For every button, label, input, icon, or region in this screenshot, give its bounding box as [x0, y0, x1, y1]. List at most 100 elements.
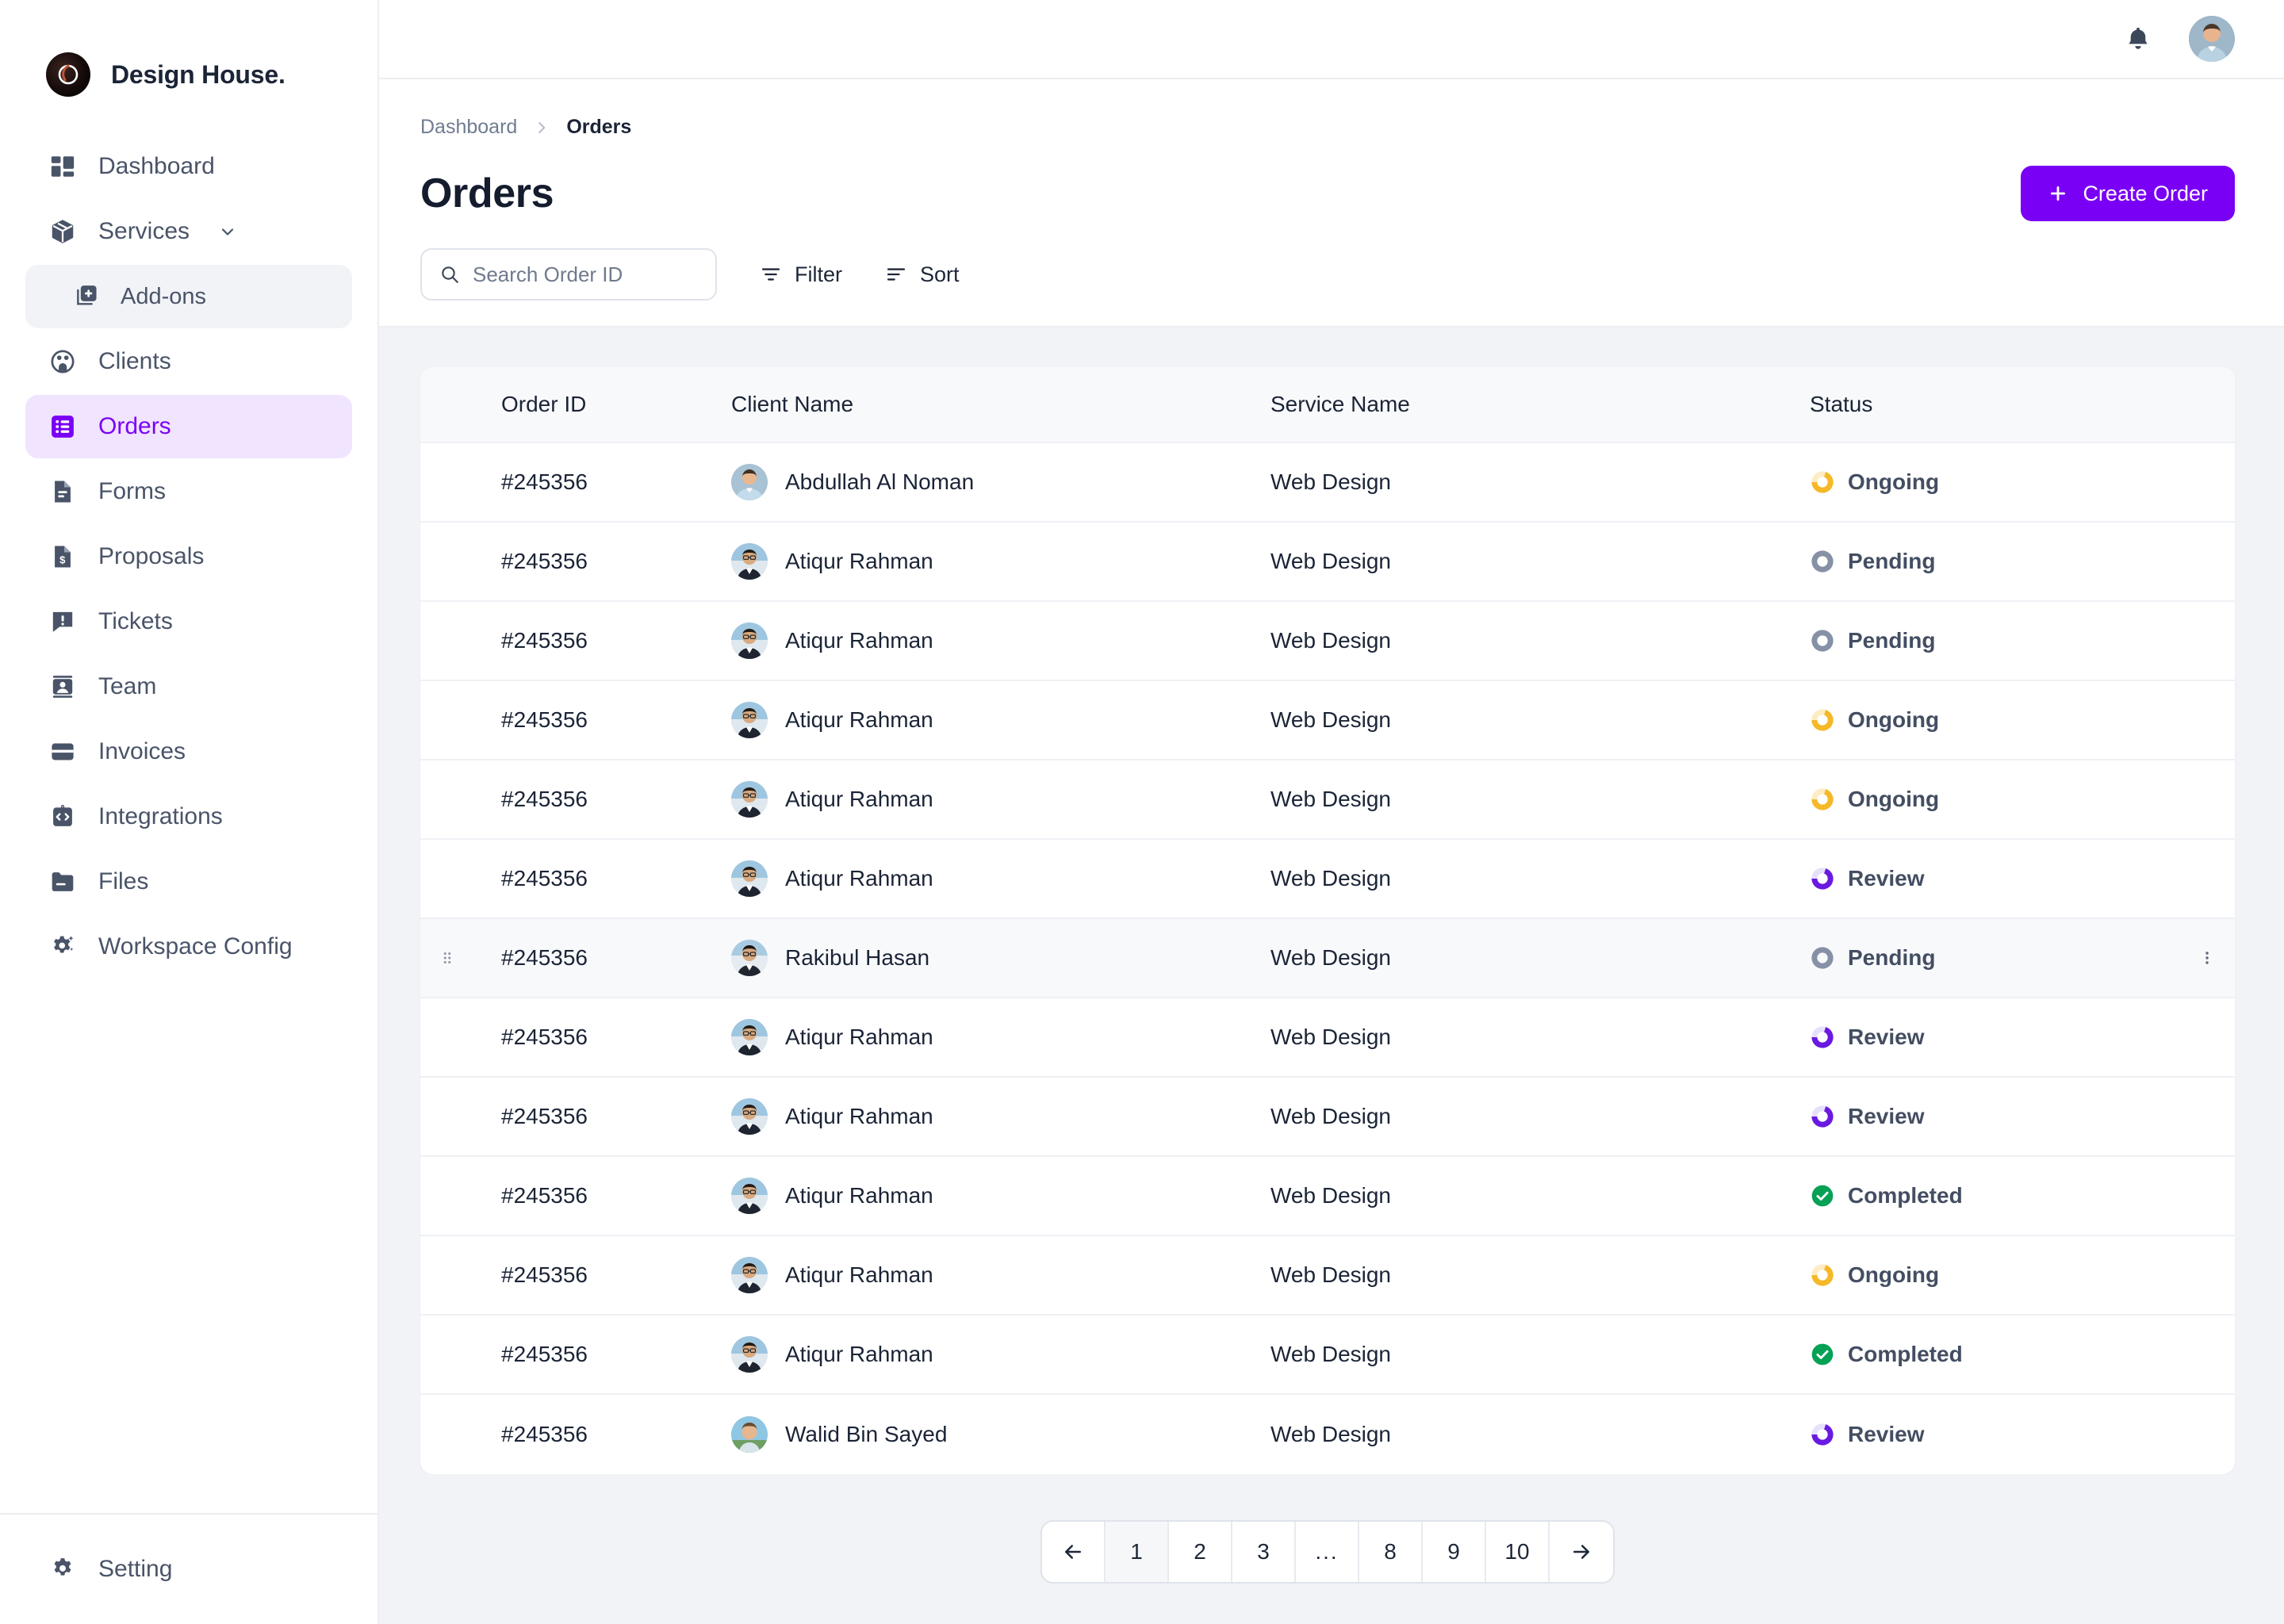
cell-client-name: Atiqur Rahman	[785, 787, 933, 811]
table-row[interactable]: #245356 Rakibul Hasan Web Design Pending	[420, 919, 2235, 998]
cell-service-name: Web Design	[1270, 1104, 1392, 1128]
pagination-page-2[interactable]: 2	[1169, 1522, 1232, 1582]
sidebar-item-team[interactable]: Team	[25, 655, 352, 718]
dashboard-grid-icon	[48, 151, 78, 182]
cell-service-name: Web Design	[1270, 866, 1392, 891]
sidebar-item-label: Invoices	[98, 738, 186, 764]
sidebar-item-proposals[interactable]: $ Proposals	[25, 525, 352, 588]
sidebar-item-tickets[interactable]: Tickets	[25, 590, 352, 653]
table-row[interactable]: #245356 Atiqur Rahman Web Design Pending	[420, 523, 2235, 602]
cell-order-id: #245356	[501, 707, 588, 732]
page-title: Orders	[420, 170, 554, 216]
status-badge: Review	[1810, 1422, 2179, 1447]
sidebar-item-files[interactable]: Files	[25, 850, 352, 914]
status-label: Ongoing	[1848, 707, 1940, 732]
status-completed-icon	[1810, 1183, 1835, 1208]
table-row[interactable]: #245356 Atiqur Rahman Web Design Review	[420, 998, 2235, 1078]
client-avatar	[731, 781, 768, 818]
cell-service-name: Web Design	[1270, 628, 1392, 653]
pagination-page-3[interactable]: 3	[1232, 1522, 1296, 1582]
status-badge: Review	[1810, 1025, 2179, 1050]
pagination-page-9[interactable]: 9	[1423, 1522, 1486, 1582]
team-person-card-icon	[48, 672, 78, 702]
sidebar-item-integrations[interactable]: Integrations	[25, 785, 352, 848]
pagination-prev-button[interactable]	[1042, 1522, 1106, 1582]
status-label: Completed	[1848, 1183, 1963, 1208]
sort-button[interactable]: Sort	[885, 262, 960, 287]
status-label: Ongoing	[1848, 787, 1940, 811]
sidebar-item-clients[interactable]: Clients	[25, 330, 352, 393]
table-row[interactable]: #245356 Atiqur Rahman Web Design Review	[420, 840, 2235, 919]
search-order-id-box[interactable]	[420, 248, 717, 301]
client-avatar	[731, 1098, 768, 1135]
status-ongoing-icon	[1810, 707, 1835, 733]
chevron-down-icon[interactable]	[218, 222, 237, 241]
sidebar-item-dashboard[interactable]: Dashboard	[25, 135, 352, 198]
avatar[interactable]	[2189, 16, 2235, 62]
filter-button[interactable]: Filter	[760, 262, 842, 287]
table-row[interactable]: #245356 Atiqur Rahman Web Design Ongoing	[420, 681, 2235, 760]
sidebar-nav: Dashboard Services Add-ons Clients Order…	[0, 135, 377, 979]
cell-client: Abdullah Al Noman	[731, 464, 1270, 500]
app-root: Design House. Dashboard Services Add-ons…	[0, 0, 2284, 1624]
pagination-page-1[interactable]: 1	[1106, 1522, 1169, 1582]
pagination-page-10[interactable]: 10	[1486, 1522, 1550, 1582]
table-row[interactable]: #245356 Walid Bin Sayed Web Design Revie…	[420, 1395, 2235, 1474]
table-body: #245356 Abdullah Al Noman Web Design Ong…	[420, 443, 2235, 1474]
column-header-service-name: Service Name	[1270, 392, 1410, 416]
table-row[interactable]: #245356 Atiqur Rahman Web Design Ongoing	[420, 1236, 2235, 1316]
sidebar-item-forms[interactable]: Forms	[25, 460, 352, 523]
bell-icon[interactable]	[2124, 25, 2152, 53]
cell-client: Atiqur Rahman	[731, 1257, 1270, 1293]
integrations-code-clipboard-icon	[48, 802, 78, 832]
cell-order-id: #245356	[501, 1422, 588, 1446]
client-avatar	[731, 860, 768, 897]
pagination-next-button[interactable]	[1550, 1522, 1613, 1582]
status-label: Ongoing	[1848, 1262, 1940, 1287]
drag-handle-icon[interactable]	[425, 949, 469, 967]
status-review-icon	[1810, 866, 1835, 891]
arrow-right-icon	[1569, 1540, 1593, 1564]
cell-order-id: #245356	[501, 787, 588, 811]
table-row[interactable]: #245356 Atiqur Rahman Web Design Pending	[420, 602, 2235, 681]
cell-client-name: Atiqur Rahman	[785, 707, 933, 732]
sidebar-item-setting[interactable]: Setting	[25, 1538, 352, 1601]
cell-order-id: #245356	[501, 1342, 588, 1366]
breadcrumb-orders[interactable]: Orders	[566, 116, 631, 139]
cell-client: Atiqur Rahman	[731, 860, 1270, 897]
status-badge: Ongoing	[1810, 787, 2179, 812]
search-input[interactable]	[473, 262, 698, 287]
client-avatar	[731, 702, 768, 738]
status-pending-icon	[1810, 628, 1835, 653]
cell-service-name: Web Design	[1270, 707, 1392, 732]
sidebar-item-invoices[interactable]: Invoices	[25, 720, 352, 783]
status-pending-icon	[1810, 945, 1835, 971]
arrow-left-icon	[1061, 1540, 1085, 1564]
brand[interactable]: Design House.	[0, 0, 377, 111]
sidebar-item-services[interactable]: Services	[25, 200, 352, 263]
table-row[interactable]: #245356 Abdullah Al Noman Web Design Ong…	[420, 443, 2235, 523]
sidebar-item-workspace-config[interactable]: Workspace Config	[25, 915, 352, 979]
create-order-button[interactable]: Create Order	[2021, 166, 2235, 221]
page-head: Dashboard Orders Orders Create Order	[379, 79, 2284, 221]
main-area: Dashboard Orders Orders Create Order Sea…	[379, 0, 2284, 1624]
cell-service-name: Web Design	[1270, 1422, 1392, 1446]
row-more-menu-icon[interactable]	[2179, 949, 2235, 967]
pagination-page-8[interactable]: 8	[1359, 1522, 1423, 1582]
cell-client: Atiqur Rahman	[731, 781, 1270, 818]
clients-people-circle-icon	[48, 347, 78, 377]
sidebar-item-add-ons[interactable]: Add-ons	[25, 265, 352, 328]
cell-client-name: Rakibul Hasan	[785, 945, 930, 970]
sidebar-item-orders[interactable]: Orders	[25, 395, 352, 458]
cell-order-id: #245356	[501, 1104, 588, 1128]
cell-order-id: #245356	[501, 1183, 588, 1208]
client-avatar	[731, 1019, 768, 1055]
column-header-order-id: Order ID	[501, 392, 587, 416]
breadcrumb-dashboard[interactable]: Dashboard	[420, 116, 517, 139]
table-row[interactable]: #245356 Atiqur Rahman Web Design Complet…	[420, 1157, 2235, 1236]
cell-client: Atiqur Rahman	[731, 702, 1270, 738]
table-row[interactable]: #245356 Atiqur Rahman Web Design Ongoing	[420, 760, 2235, 840]
pagination-group: 1 2 3... 8 9 10	[1040, 1520, 1615, 1584]
table-row[interactable]: #245356 Atiqur Rahman Web Design Review	[420, 1078, 2235, 1157]
table-row[interactable]: #245356 Atiqur Rahman Web Design Complet…	[420, 1316, 2235, 1395]
